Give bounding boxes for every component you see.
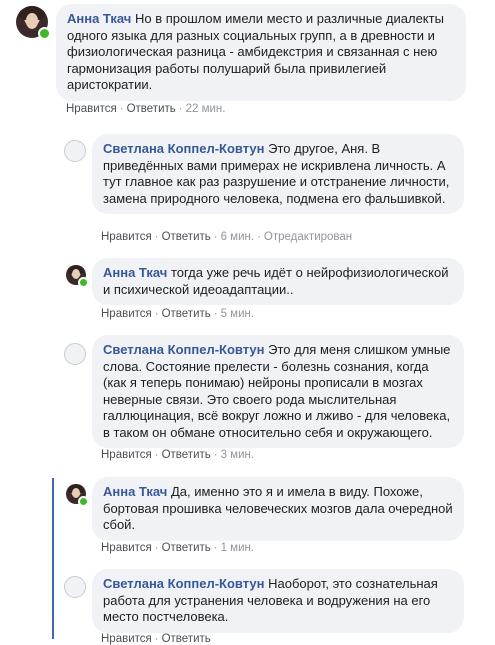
- comment-actions: Нравится · Ответить · 22 мин.: [66, 103, 226, 115]
- like-button[interactable]: Нравится: [66, 103, 117, 115]
- online-status-icon: [38, 27, 51, 40]
- avatar[interactable]: [64, 140, 86, 162]
- comment-time[interactable]: 22 мин.: [186, 103, 226, 115]
- online-status-icon: [78, 496, 89, 507]
- comment-bubble: Анна Ткач Но в прошлом имели место и раз…: [56, 4, 466, 101]
- comment-bubble: Светлана Коппел-Ковтун Это другое, Аня. …: [92, 134, 464, 214]
- thread-highlight-line: [52, 478, 54, 639]
- edited-label[interactable]: Отредактирован: [264, 231, 352, 243]
- comment-author[interactable]: Анна Ткач: [103, 484, 167, 499]
- comment-actions: Нравится · Ответить · 3 мин.: [101, 449, 255, 461]
- avatar[interactable]: [66, 265, 89, 288]
- reply-button[interactable]: Ответить: [162, 231, 211, 243]
- avatar[interactable]: [64, 576, 86, 598]
- comment-actions: Нравится · Ответить · 5 мин.: [101, 308, 255, 320]
- avatar[interactable]: [64, 343, 86, 365]
- comment-author[interactable]: Анна Ткач: [103, 265, 167, 280]
- like-button[interactable]: Нравится: [101, 231, 152, 243]
- comment-bubble: Светлана Коппел-Ковтун Это для меня слиш…: [92, 335, 464, 448]
- comment-author[interactable]: Светлана Коппел-Ковтун: [103, 342, 265, 357]
- comment-actions: Нравится · Ответить · 1 мин.: [101, 542, 255, 554]
- comment-time[interactable]: 3 мин.: [221, 449, 254, 461]
- comment-time[interactable]: 5 мин.: [221, 308, 254, 320]
- comment-actions: Нравится · Ответить: [101, 633, 211, 645]
- reply-button[interactable]: Ответить: [127, 103, 176, 115]
- reply-button[interactable]: Ответить: [162, 542, 211, 554]
- reply-button[interactable]: Ответить: [162, 449, 211, 461]
- reply-button[interactable]: Ответить: [162, 633, 211, 645]
- comment-author[interactable]: Светлана Коппел-Ковтун: [103, 576, 265, 591]
- comment-author[interactable]: Анна Ткач: [67, 11, 131, 26]
- avatar[interactable]: [16, 6, 51, 40]
- comment-actions: Нравится · Ответить · 6 мин. · Отредактирован: [101, 231, 353, 243]
- comment-time[interactable]: 6 мин.: [221, 231, 254, 243]
- online-status-icon: [78, 277, 89, 288]
- like-button[interactable]: Нравится: [101, 633, 152, 645]
- like-button[interactable]: Нравится: [101, 449, 152, 461]
- like-button[interactable]: Нравится: [101, 308, 152, 320]
- comment-author[interactable]: Светлана Коппел-Ковтун: [103, 141, 265, 156]
- like-button[interactable]: Нравится: [101, 542, 152, 554]
- comment-bubble: Светлана Коппел-Ковтун Наоборот, это соз…: [92, 569, 464, 633]
- avatar[interactable]: [66, 484, 89, 507]
- comment-time[interactable]: 1 мин.: [221, 542, 254, 554]
- comment-bubble: Анна Ткач тогда уже речь идёт о нейрофиз…: [92, 258, 464, 305]
- reply-button[interactable]: Ответить: [162, 308, 211, 320]
- comment-bubble: Анна Ткач Да, именно это я и имела в вид…: [92, 477, 464, 541]
